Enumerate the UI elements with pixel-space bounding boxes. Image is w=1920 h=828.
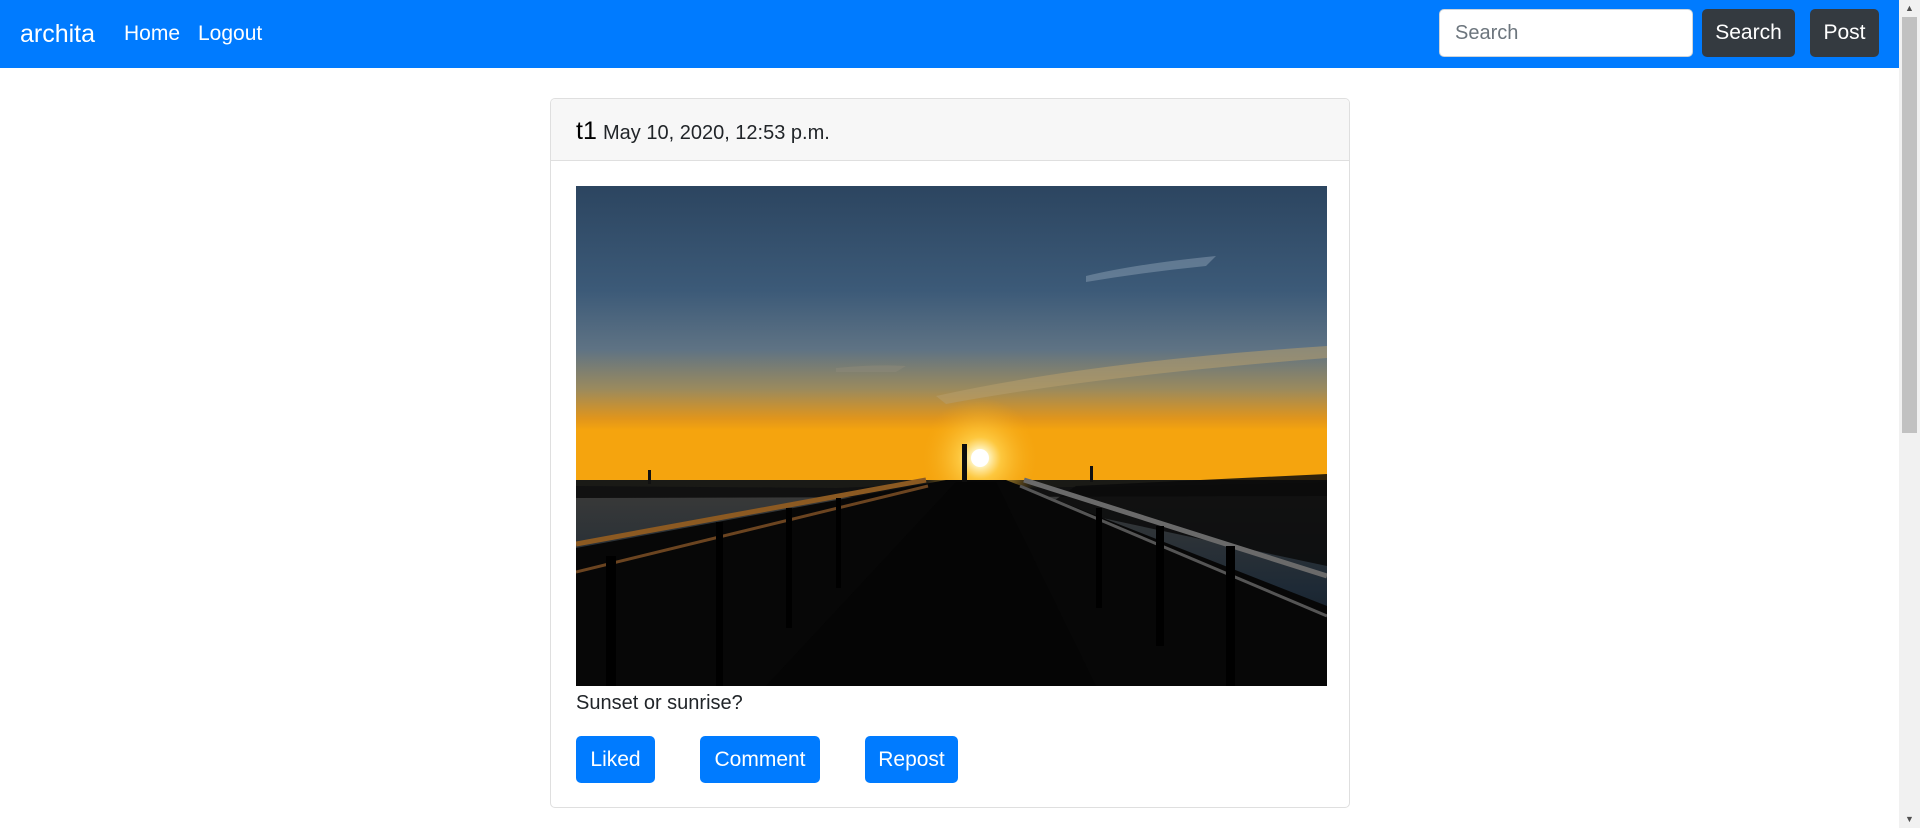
nav-home-link[interactable]: Home [124, 21, 180, 47]
scroll-down-arrow-icon[interactable]: ▼ [1899, 811, 1920, 828]
scrollbar-thumb[interactable] [1902, 17, 1917, 433]
nav-logout-link[interactable]: Logout [198, 21, 262, 47]
liked-button[interactable]: Liked [576, 736, 655, 783]
search-button[interactable]: Search [1702, 9, 1795, 57]
post-button[interactable]: Post [1810, 9, 1879, 57]
post-username[interactable]: t1 [576, 117, 597, 145]
scroll-up-arrow-icon[interactable]: ▲ [1899, 0, 1920, 17]
post-date: May 10, 2020, 12:53 p.m. [603, 122, 830, 144]
post-image [576, 186, 1327, 686]
repost-button[interactable]: Repost [865, 736, 958, 783]
navbar: archita Home Logout Search Post [0, 0, 1899, 68]
post-card: t1 May 10, 2020, 12:53 p.m. Sunset or su… [550, 98, 1350, 808]
search-input[interactable] [1439, 9, 1693, 57]
post-caption: Sunset or sunrise? [576, 692, 743, 714]
post-header: t1 May 10, 2020, 12:53 p.m. [551, 99, 1349, 161]
vertical-scrollbar[interactable]: ▲ ▼ [1899, 0, 1920, 828]
comment-button[interactable]: Comment [700, 736, 820, 783]
brand-logo[interactable]: archita [20, 19, 95, 49]
